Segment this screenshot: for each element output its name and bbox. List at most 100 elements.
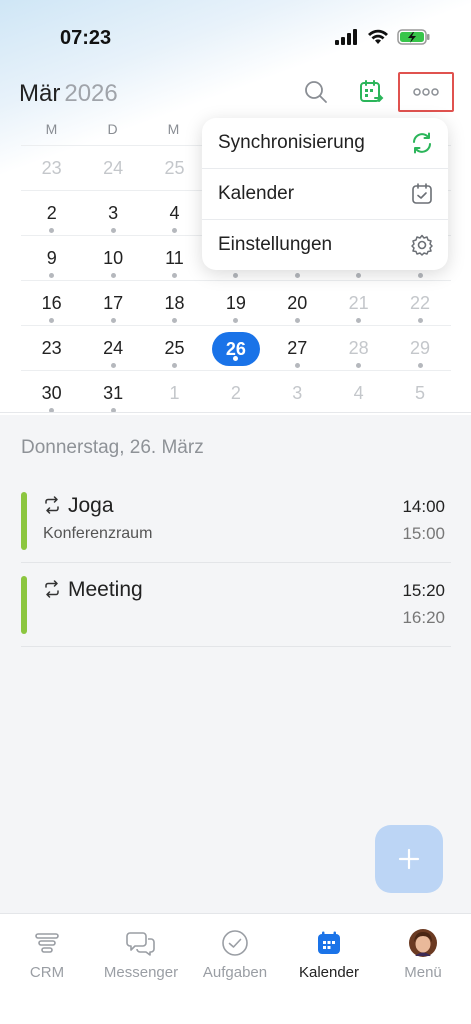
- battery-icon: [397, 29, 430, 45]
- event-end-time: 15:00: [402, 524, 445, 543]
- search-button[interactable]: [300, 76, 332, 108]
- day-number: 19: [225, 293, 246, 313]
- week-row: 23 24 25 26 27 28 29: [21, 325, 451, 370]
- day-number: 28: [348, 338, 369, 358]
- event-title: Meeting: [68, 578, 143, 601]
- tab-menu[interactable]: Menü: [376, 926, 470, 981]
- day-number: 3: [292, 383, 303, 403]
- tab-crm[interactable]: CRM: [0, 926, 94, 981]
- day-number: 23: [41, 338, 62, 358]
- status-bar: 07:23: [0, 0, 471, 70]
- repeat-icon: [45, 496, 59, 514]
- day-cell[interactable]: 20: [267, 281, 328, 325]
- calendar-sync-button[interactable]: [356, 76, 388, 108]
- event-start-time: 14:00: [402, 497, 445, 516]
- weekday-label: D: [107, 121, 118, 137]
- day-cell[interactable]: 4: [328, 371, 389, 415]
- month-label: Mär: [19, 80, 61, 107]
- event-indicator-dot: [110, 273, 116, 278]
- event-indicator-dot: [233, 318, 239, 323]
- day-cell[interactable]: 25: [144, 326, 205, 370]
- event-location: Konferenzraum: [43, 525, 153, 542]
- sync-icon: [413, 132, 431, 154]
- day-cell[interactable]: 2: [205, 371, 266, 415]
- day-number: 4: [169, 203, 180, 223]
- day-number: 24: [103, 158, 124, 178]
- day-cell[interactable]: 24: [82, 146, 143, 190]
- day-cell[interactable]: 1: [144, 371, 205, 415]
- day-number: 16: [41, 293, 62, 313]
- day-number: 27: [287, 338, 308, 358]
- event-indicator-dot: [417, 273, 423, 278]
- event-indicator-dot: [49, 318, 55, 323]
- day-cell[interactable]: 23: [21, 326, 82, 370]
- day-cell[interactable]: 23: [21, 146, 82, 190]
- day-cell[interactable]: 30: [21, 371, 82, 415]
- event-indicator-dot: [233, 273, 239, 278]
- day-cell[interactable]: 9: [21, 236, 82, 280]
- calendar-header: Mär 2026: [0, 72, 471, 116]
- day-cell[interactable]: 5: [389, 371, 450, 415]
- day-number: 25: [164, 338, 185, 358]
- day-cell[interactable]: 18: [144, 281, 205, 325]
- tab-messenger[interactable]: Messenger: [94, 926, 188, 981]
- day-cell[interactable]: 4: [144, 191, 205, 235]
- more-options-button[interactable]: [398, 72, 454, 112]
- day-cell[interactable]: 17: [82, 281, 143, 325]
- day-cell[interactable]: 10: [82, 236, 143, 280]
- day-cell[interactable]: 29: [389, 326, 450, 370]
- tab-label: Aufgaben: [202, 964, 268, 981]
- day-cell[interactable]: 2: [21, 191, 82, 235]
- menu-item-sync[interactable]: Synchronisierung: [202, 118, 448, 169]
- day-cell[interactable]: 16: [21, 281, 82, 325]
- day-number: 18: [164, 293, 185, 313]
- month-year-title[interactable]: Mär 2026: [19, 80, 118, 108]
- day-number: 29: [410, 338, 431, 358]
- plus-icon: [398, 848, 420, 870]
- event-indicator-dot: [294, 273, 300, 278]
- day-cell[interactable]: 24: [82, 326, 143, 370]
- day-cell[interactable]: 22: [389, 281, 450, 325]
- day-cell[interactable]: 19: [205, 281, 266, 325]
- day-number: 24: [103, 338, 124, 358]
- day-number: 9: [46, 248, 57, 268]
- day-cell-today[interactable]: 26: [205, 326, 266, 370]
- day-number: 11: [165, 248, 184, 268]
- event-indicator-dot: [110, 363, 116, 368]
- event-indicator-dot: [356, 318, 362, 323]
- tab-aufgaben[interactable]: Aufgaben: [188, 926, 282, 981]
- event-indicator-dot: [171, 363, 177, 368]
- signal-icon: [335, 29, 357, 45]
- day-number: 22: [410, 293, 431, 313]
- menu-item-settings[interactable]: Einstellungen: [202, 220, 448, 270]
- tab-kalender[interactable]: Kalender: [282, 926, 376, 981]
- calendar-divider: [0, 412, 471, 413]
- day-cell[interactable]: 11: [144, 236, 205, 280]
- tab-label: Kalender: [298, 964, 360, 981]
- day-number: 30: [41, 383, 62, 403]
- weekday-label: M: [45, 121, 58, 137]
- event-item-joga[interactable]: Joga Konferenzraum 14:00 15:00: [21, 480, 451, 563]
- day-number: 17: [103, 293, 124, 313]
- day-number: 4: [353, 383, 364, 403]
- day-cell[interactable]: 31: [82, 371, 143, 415]
- day-cell[interactable]: 27: [267, 326, 328, 370]
- day-cell[interactable]: 21: [328, 281, 389, 325]
- day-cell[interactable]: 28: [328, 326, 389, 370]
- add-event-button[interactable]: [375, 825, 443, 893]
- day-number: 23: [41, 158, 62, 178]
- event-indicator-dot: [110, 318, 116, 323]
- wifi-icon: [368, 29, 388, 44]
- day-number: 1: [169, 383, 180, 403]
- tab-label: CRM: [29, 964, 65, 981]
- day-cell[interactable]: 3: [82, 191, 143, 235]
- day-cell[interactable]: 25: [144, 146, 205, 190]
- day-cell[interactable]: 3: [267, 371, 328, 415]
- menu-item-calendar[interactable]: Kalender: [202, 169, 448, 220]
- event-start-time: 15:20: [402, 581, 445, 600]
- event-item-meeting[interactable]: Meeting 15:20 16:20: [21, 564, 451, 647]
- crm-funnel-icon: [35, 933, 59, 953]
- menu-item-label: Kalender: [218, 183, 295, 204]
- options-dropdown-menu: Synchronisierung Kalender Einstellungen: [202, 118, 448, 270]
- week-row: 30 31 1 2 3 4 5: [21, 370, 451, 415]
